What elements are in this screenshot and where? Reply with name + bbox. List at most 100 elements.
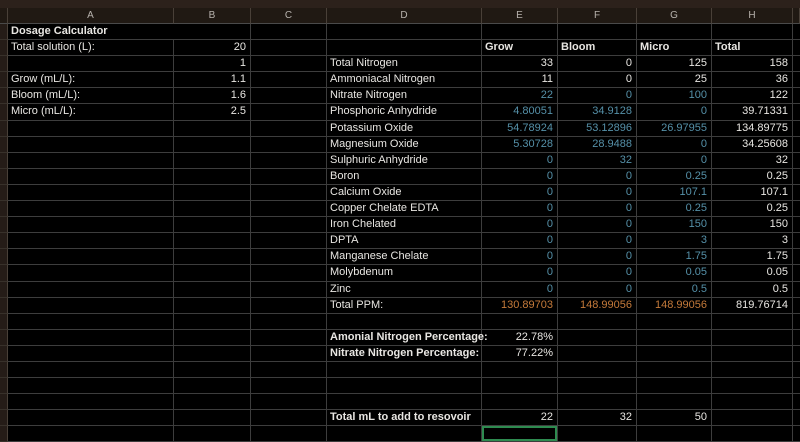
cell-I24[interactable] (793, 394, 800, 410)
cell-B3[interactable]: 1 (174, 56, 251, 72)
cell-H18[interactable]: 819.76714 (712, 298, 793, 314)
cell-D12[interactable]: Copper Chelate EDTA (327, 201, 482, 217)
row-gutter-19[interactable] (0, 314, 8, 330)
cell-I13[interactable] (793, 217, 800, 233)
cell-D20[interactable]: Amonial Nitrogen Percentage: (327, 330, 482, 346)
cell-B6[interactable]: 2.5 (174, 104, 251, 120)
cell-G13[interactable]: 150 (637, 217, 712, 233)
cell-E12[interactable]: 0 (482, 201, 558, 217)
row-gutter-14[interactable] (0, 233, 8, 249)
cell-B14[interactable] (174, 233, 251, 249)
cell-B25[interactable] (174, 410, 251, 426)
column-header-D[interactable]: D (327, 8, 482, 24)
cell-C6[interactable] (251, 104, 327, 120)
cell-I1[interactable] (793, 24, 800, 40)
cell-C25[interactable] (251, 410, 327, 426)
cell-I6[interactable] (793, 104, 800, 120)
cell-I5[interactable] (793, 88, 800, 104)
cell-I25[interactable] (793, 410, 800, 426)
cell-E3[interactable]: 33 (482, 56, 558, 72)
cell-C23[interactable] (251, 378, 327, 394)
cell-H4[interactable]: 36 (712, 72, 793, 88)
cell-B16[interactable] (174, 265, 251, 281)
cell-A20[interactable] (8, 330, 174, 346)
cell-E9[interactable]: 0 (482, 153, 558, 169)
cell-G10[interactable]: 0.25 (637, 169, 712, 185)
cell-D15[interactable]: Manganese Chelate (327, 249, 482, 265)
cell-F13[interactable]: 0 (558, 217, 637, 233)
cell-G21[interactable] (637, 346, 712, 362)
cell-D4[interactable]: Ammoniacal Nitrogen (327, 72, 482, 88)
cell-D13[interactable]: Iron Chelated (327, 217, 482, 233)
cell-H26[interactable] (712, 426, 793, 442)
cell-A13[interactable] (8, 217, 174, 233)
cell-H11[interactable]: 107.1 (712, 185, 793, 201)
cell-F3[interactable]: 0 (558, 56, 637, 72)
cell-D5[interactable]: Nitrate Nitrogen (327, 88, 482, 104)
cell-F15[interactable]: 0 (558, 249, 637, 265)
cell-D22[interactable] (327, 362, 482, 378)
cell-F11[interactable]: 0 (558, 185, 637, 201)
cell-E25[interactable]: 22 (482, 410, 558, 426)
cell-H2[interactable]: Total (712, 40, 793, 56)
row-gutter-20[interactable] (0, 330, 8, 346)
column-header-G[interactable]: G (637, 8, 712, 24)
cell-H22[interactable] (712, 362, 793, 378)
cell-A5[interactable]: Bloom (mL/L): (8, 88, 174, 104)
cell-I14[interactable] (793, 233, 800, 249)
cell-H7[interactable]: 134.89775 (712, 121, 793, 137)
cell-E21[interactable]: 77.22% (482, 346, 558, 362)
cell-C16[interactable] (251, 265, 327, 281)
cell-E2[interactable]: Grow (482, 40, 558, 56)
cell-G3[interactable]: 125 (637, 56, 712, 72)
cell-B18[interactable] (174, 298, 251, 314)
row-gutter-1[interactable] (0, 24, 8, 40)
cell-D26[interactable] (327, 426, 482, 442)
cell-F25[interactable]: 32 (558, 410, 637, 426)
cell-H17[interactable]: 0.5 (712, 282, 793, 298)
cell-A2[interactable]: Total solution (L): (8, 40, 174, 56)
column-header-H[interactable]: H (712, 8, 793, 24)
cell-A26[interactable] (8, 426, 174, 442)
cell-A7[interactable] (8, 121, 174, 137)
cell-C15[interactable] (251, 249, 327, 265)
cell-G24[interactable] (637, 394, 712, 410)
cell-H5[interactable]: 122 (712, 88, 793, 104)
cell-G8[interactable]: 0 (637, 137, 712, 153)
row-gutter-10[interactable] (0, 169, 8, 185)
cell-E4[interactable]: 11 (482, 72, 558, 88)
cell-G11[interactable]: 107.1 (637, 185, 712, 201)
cell-E6[interactable]: 4.80051 (482, 104, 558, 120)
cell-C17[interactable] (251, 282, 327, 298)
selected-cell[interactable] (482, 426, 558, 442)
cell-B2[interactable]: 20 (174, 40, 251, 56)
cell-B10[interactable] (174, 169, 251, 185)
cell-D18[interactable]: Total PPM: (327, 298, 482, 314)
cell-H12[interactable]: 0.25 (712, 201, 793, 217)
cell-B24[interactable] (174, 394, 251, 410)
row-gutter-3[interactable] (0, 56, 8, 72)
cell-B1[interactable] (174, 24, 251, 40)
cell-H24[interactable] (712, 394, 793, 410)
cell-E13[interactable]: 0 (482, 217, 558, 233)
cell-D2[interactable] (327, 40, 482, 56)
cell-A22[interactable] (8, 362, 174, 378)
cell-H25[interactable] (712, 410, 793, 426)
cell-F2[interactable]: Bloom (558, 40, 637, 56)
cell-A16[interactable] (8, 265, 174, 281)
cell-A3[interactable] (8, 56, 174, 72)
cell-D6[interactable]: Phosphoric Anhydride (327, 104, 482, 120)
row-gutter-16[interactable] (0, 265, 8, 281)
cell-C9[interactable] (251, 153, 327, 169)
cell-A8[interactable] (8, 137, 174, 153)
cell-A4[interactable]: Grow (mL/L): (8, 72, 174, 88)
cell-D8[interactable]: Magnesium Oxide (327, 137, 482, 153)
cell-C7[interactable] (251, 121, 327, 137)
cell-C5[interactable] (251, 88, 327, 104)
cell-C11[interactable] (251, 185, 327, 201)
cell-G14[interactable]: 3 (637, 233, 712, 249)
cell-G22[interactable] (637, 362, 712, 378)
cell-C8[interactable] (251, 137, 327, 153)
cell-D23[interactable] (327, 378, 482, 394)
cell-H13[interactable]: 150 (712, 217, 793, 233)
